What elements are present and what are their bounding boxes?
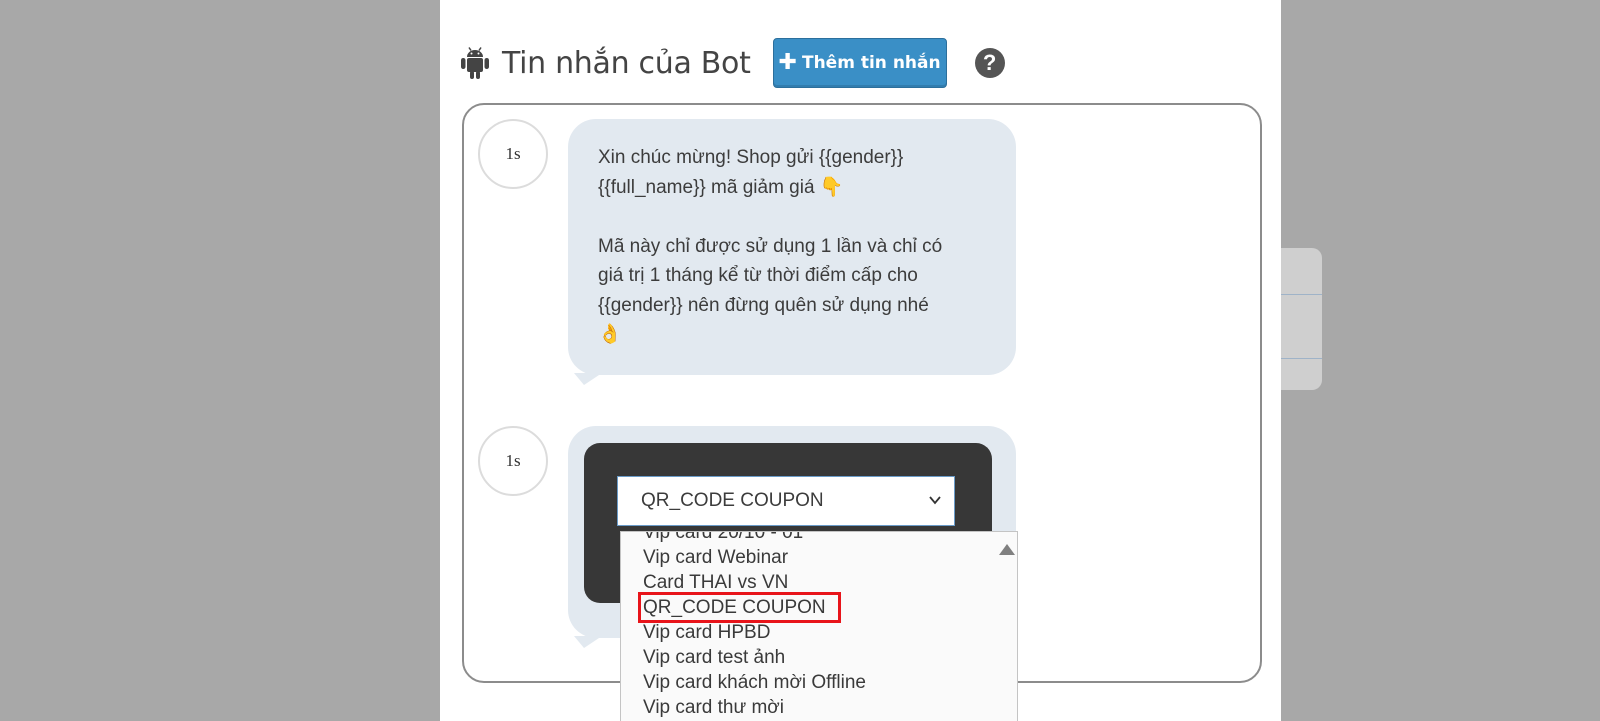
dropdown-option[interactable]: Vip card test ảnh: [643, 645, 866, 670]
dropdown-option[interactable]: Vip card HPBD: [643, 620, 866, 645]
message-text[interactable]: Xin chúc mừng! Shop gửi {{gender}} {{ful…: [598, 143, 970, 350]
chevron-down-icon: [929, 496, 941, 505]
dropdown-option[interactable]: Card THAI vs VN: [643, 570, 866, 595]
card-select-value: QR_CODE COUPON: [641, 490, 824, 511]
dropdown-option[interactable]: Vip card thư mời: [643, 695, 866, 720]
dropdown-option[interactable]: Vip card 20/10 - 01: [643, 532, 866, 545]
android-icon: [461, 47, 489, 79]
section-header: Tin nhắn của Bot ✚ Thêm tin nhắn ?: [460, 36, 1005, 90]
bubble-tail: [574, 636, 602, 648]
add-message-label: Thêm tin nhắn: [801, 53, 941, 73]
dropdown-option[interactable]: Vip card khách mời Offline: [643, 670, 866, 695]
text-message-bubble: Xin chúc mừng! Shop gửi {{gender}} {{ful…: [568, 119, 1016, 375]
dropdown-option-highlighted[interactable]: QR_CODE COUPON: [638, 592, 841, 623]
plus-icon: ✚: [778, 50, 797, 75]
scroll-up-arrow-icon[interactable]: [999, 544, 1015, 555]
bubble-tail: [574, 373, 602, 385]
delay-badge[interactable]: 1s: [478, 119, 548, 189]
card-dropdown-list[interactable]: Vip card 20/10 - 01 Vip card Webinar Car…: [620, 531, 1018, 721]
question-circle-icon[interactable]: ?: [974, 48, 1005, 78]
add-message-button[interactable]: ✚ Thêm tin nhắn: [772, 38, 947, 88]
card-select[interactable]: QR_CODE COUPON: [617, 476, 955, 526]
delay-badge[interactable]: 1s: [478, 426, 548, 496]
dropdown-option[interactable]: Vip card Webinar: [643, 545, 866, 570]
dropdown-options: Vip card 20/10 - 01 Vip card Webinar Car…: [638, 532, 866, 720]
page-title: Tin nhắn của Bot: [502, 45, 751, 81]
